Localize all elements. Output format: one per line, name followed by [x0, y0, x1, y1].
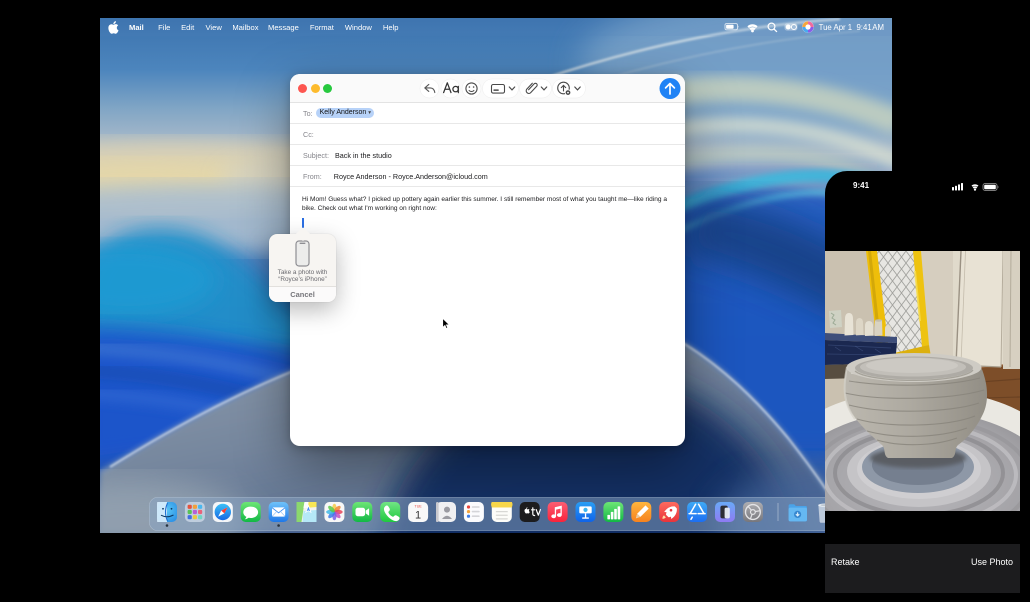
svg-text:1: 1 — [415, 510, 421, 522]
svg-text:TUE: TUE — [415, 504, 423, 508]
